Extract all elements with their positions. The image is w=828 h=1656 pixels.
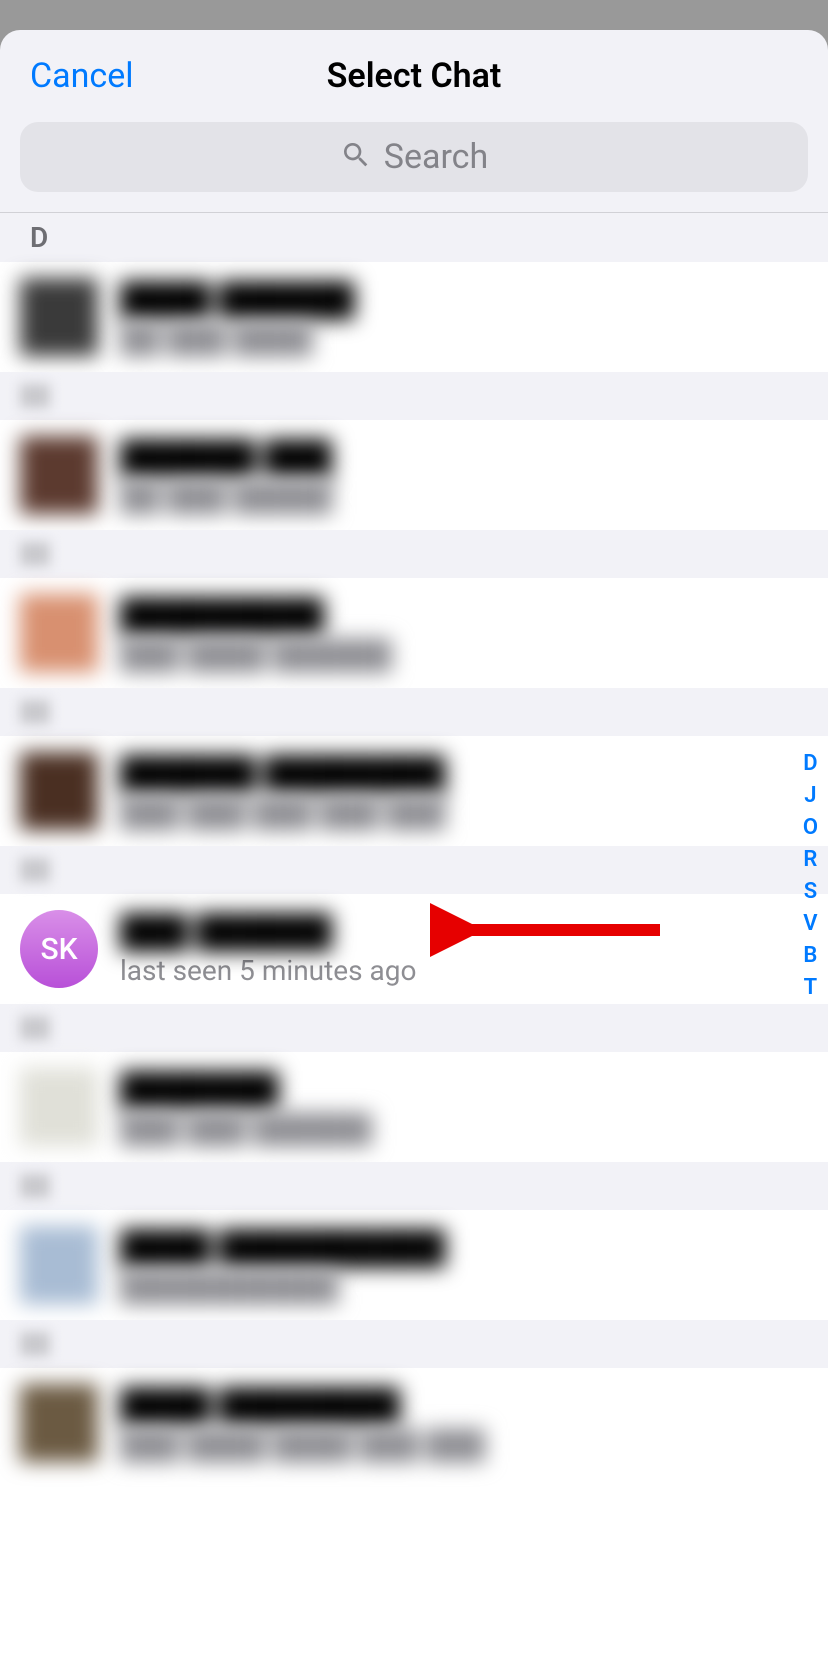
contact-name: ████ ████████ — [120, 1386, 400, 1424]
index-letter[interactable]: O — [803, 814, 818, 842]
contact-name: ███████ — [120, 1070, 279, 1108]
contact-row[interactable]: ██████ ████████ ███ ███ ███ ███ ███ — [0, 736, 828, 846]
index-letter[interactable]: S — [804, 878, 817, 906]
avatar — [20, 278, 98, 356]
contact-text: ████ ██████ ██ ███ ████ — [120, 280, 808, 355]
contact-row[interactable]: █████████ ███ ████ ██████ — [0, 578, 828, 688]
alphabet-index[interactable]: D J O R S V B T — [803, 750, 818, 1002]
contact-status: ███ ████ ██████ — [120, 638, 392, 671]
contact-list: ████ ██████ ██ ███ ████ ██████ ███ ██ ██… — [0, 262, 828, 1656]
search-container: Search — [0, 122, 828, 212]
gap-row — [0, 1004, 828, 1052]
contact-status: ███ ███ ██████ — [120, 1112, 372, 1145]
contact-row[interactable]: ███████ ███ ███ ██████ — [0, 1052, 828, 1162]
index-letter[interactable]: J — [804, 782, 816, 810]
contact-text: ██████ ████████ ███ ███ ███ ███ ███ — [120, 754, 808, 829]
gap-row — [0, 1320, 828, 1368]
gap-row — [0, 846, 828, 894]
contact-row[interactable]: ██████ ███ ██ ███ █████ — [0, 420, 828, 530]
contact-name: █████████ — [120, 596, 324, 634]
avatar — [20, 1068, 98, 1146]
avatar — [20, 752, 98, 830]
contact-row[interactable]: ████ ██████ ██ ███ ████ — [0, 262, 828, 372]
search-icon — [340, 139, 372, 175]
avatar-initials: SK — [20, 910, 98, 988]
index-letter[interactable]: R — [803, 846, 817, 874]
contact-row[interactable]: ████ ██████████ ███████████ — [0, 1210, 828, 1320]
contact-text: ███████ ███ ███ ██████ — [120, 1070, 808, 1145]
section-header-d: D — [0, 212, 828, 262]
contact-text: ██████ ███ ██ ███ █████ — [120, 438, 808, 513]
contact-text: █████████ ███ ████ ██████ — [120, 596, 808, 671]
contact-name: ██████ ████████ — [120, 754, 445, 792]
avatar — [20, 594, 98, 672]
page-title: Select Chat — [327, 56, 502, 96]
cancel-button[interactable]: Cancel — [30, 56, 134, 96]
contact-status: last seen 5 minutes ago — [120, 954, 416, 987]
search-input[interactable]: Search — [20, 122, 808, 192]
contact-text: ████ ██████████ ███████████ — [120, 1228, 808, 1303]
bottom-spacer — [0, 1478, 828, 1656]
gap-row — [0, 688, 828, 736]
search-placeholder: Search — [384, 137, 488, 177]
contact-text: ████ ████████ ███ ████ ████ ███ ███ — [120, 1386, 808, 1461]
index-letter[interactable]: D — [803, 750, 817, 778]
contact-name: ███ ██████ — [120, 912, 332, 950]
gap-row — [0, 530, 828, 578]
contact-row-highlighted[interactable]: SK ███ ██████ last seen 5 minutes ago — [0, 894, 828, 1004]
index-letter[interactable]: V — [803, 910, 817, 938]
gap-row — [0, 1162, 828, 1210]
contact-status: ███ ███ ███ ███ ███ — [120, 796, 445, 829]
contact-status: ███████████ — [120, 1270, 338, 1303]
header-bar: Cancel Select Chat — [0, 30, 828, 122]
gap-row — [0, 372, 828, 420]
index-letter[interactable]: T — [804, 974, 818, 1002]
contact-name: ██████ ███ — [120, 438, 332, 476]
contact-name: ████ ██████████ — [120, 1228, 445, 1266]
content-area: D ████ ██████ ██ ███ ████ ██████ ███ ██ … — [0, 212, 828, 1656]
avatar — [20, 436, 98, 514]
contact-status: ███ ████ ████ ███ ███ — [120, 1428, 485, 1461]
contact-row[interactable]: ████ ████████ ███ ████ ████ ███ ███ — [0, 1368, 828, 1478]
contact-status: ██ ███ ████ — [120, 322, 312, 355]
contact-status: ██ ███ █████ — [120, 480, 332, 513]
avatar — [20, 1226, 98, 1304]
contact-name: ████ ██████ — [120, 280, 355, 318]
contact-text: ███ ██████ last seen 5 minutes ago — [120, 912, 808, 987]
index-letter[interactable]: B — [803, 942, 817, 970]
select-chat-sheet: Cancel Select Chat Search D ████ ██████ … — [0, 30, 828, 1656]
avatar — [20, 1384, 98, 1462]
